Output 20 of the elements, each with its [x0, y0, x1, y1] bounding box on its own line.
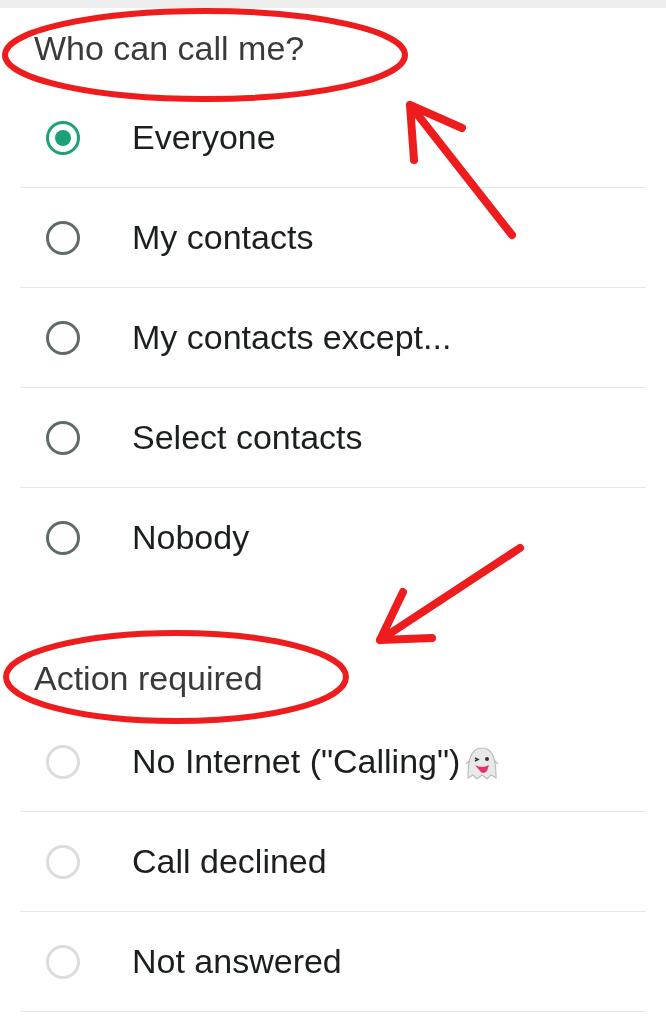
option-label: My contacts except... [132, 318, 452, 357]
radio-button[interactable] [46, 220, 80, 255]
option-label: Nobody [132, 519, 250, 557]
radio-option[interactable]: My contacts except... [20, 288, 646, 388]
radio-button[interactable] [46, 320, 80, 355]
radio-button[interactable] [46, 120, 80, 155]
radio-button[interactable] [46, 521, 80, 555]
radio-button[interactable] [46, 420, 80, 455]
option-label: Not answered [132, 942, 342, 981]
option-label: Call declined [132, 842, 327, 881]
option-label: My contacts [132, 218, 314, 257]
radio-option[interactable]: My contacts [20, 188, 646, 288]
radio-option[interactable]: Nobody [20, 488, 646, 588]
radio-option[interactable]: Everyone [20, 88, 646, 188]
radio-option[interactable]: Select contacts [20, 388, 646, 488]
section-heading: Action required [34, 661, 263, 695]
option-label: No Internet ("Calling") [132, 742, 461, 781]
option-label: Everyone [132, 118, 276, 157]
option-label: Select contacts [132, 418, 363, 457]
section-heading: Who can call me? [34, 31, 305, 65]
